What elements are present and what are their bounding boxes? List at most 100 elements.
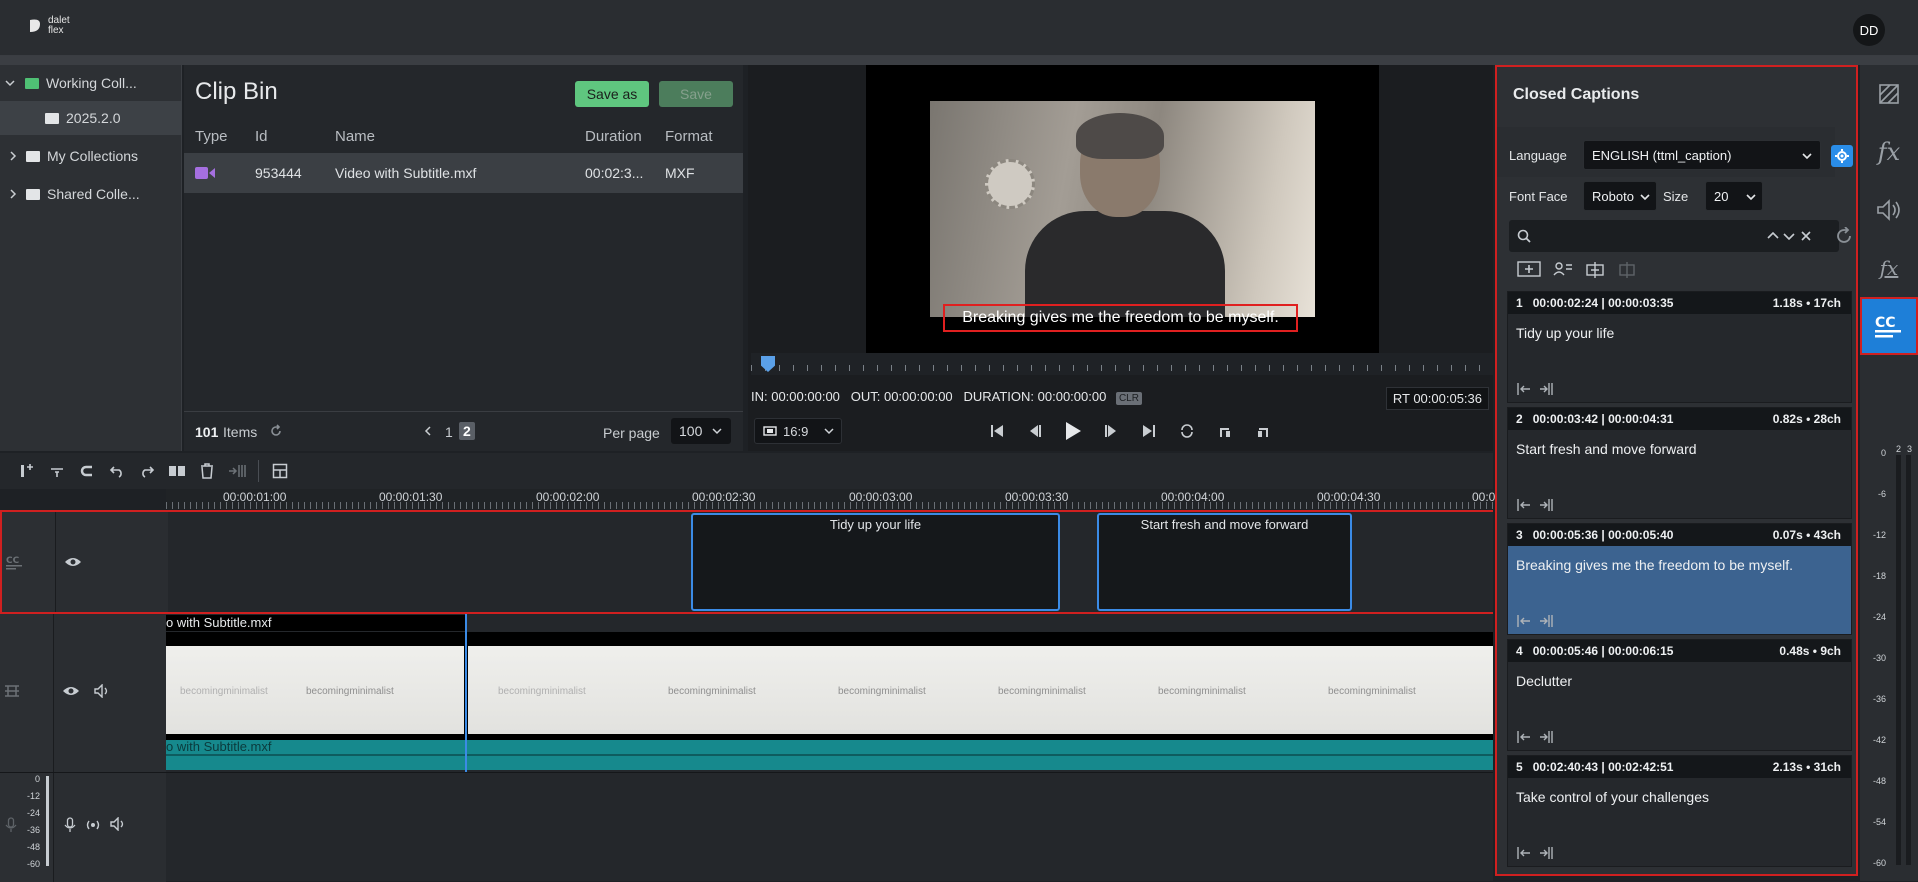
page-2[interactable]: 2: [459, 422, 475, 440]
add-caption-icon[interactable]: [1517, 261, 1541, 279]
close-icon[interactable]: [1801, 231, 1811, 241]
trim-start-icon[interactable]: [1516, 614, 1532, 628]
trim-end-icon[interactable]: [1538, 730, 1554, 744]
split-caption-icon[interactable]: [1617, 261, 1637, 279]
delete-button[interactable]: [192, 459, 222, 483]
column-header-format[interactable]: Format: [665, 128, 713, 145]
user-avatar[interactable]: DD: [1853, 14, 1885, 46]
language-settings-button[interactable]: [1831, 145, 1853, 167]
mark-in-button[interactable]: [1206, 420, 1244, 442]
cell-duration: 00:02:3...: [585, 165, 644, 181]
caption-item[interactable]: 4 00:00:05:46 | 00:00:06:15 0.48s • 9ch De…: [1507, 639, 1852, 751]
tree-item-2025-2-0[interactable]: 2025.2.0: [0, 101, 182, 135]
video-thumbnails[interactable]: becomingminimalist becomingminimalist be…: [166, 632, 1493, 752]
lift-button[interactable]: [42, 459, 72, 483]
broadcast-icon[interactable]: [84, 817, 102, 833]
trim-end-icon[interactable]: [1538, 614, 1554, 628]
page-prev-icon[interactable]: [423, 425, 433, 437]
caption-text[interactable]: Declutter: [1508, 662, 1851, 700]
aspect-ratio-select[interactable]: 16:9: [754, 418, 842, 444]
mic-icon[interactable]: [64, 817, 76, 833]
redo-button[interactable]: [132, 459, 162, 483]
go-to-end-button[interactable]: [1130, 420, 1168, 442]
go-to-start-button[interactable]: [978, 420, 1016, 442]
tree-item-my-collections[interactable]: My Collections: [0, 139, 182, 173]
save-button[interactable]: Save: [659, 81, 733, 107]
trim-end-icon[interactable]: [1538, 498, 1554, 512]
clear-button[interactable]: CLR: [1115, 392, 1142, 405]
caption-times: 00:00:02:24 | 00:00:03:35: [1532, 296, 1674, 310]
caption-text[interactable]: Start fresh and move forward: [1508, 430, 1851, 468]
caption-item[interactable]: 2 00:00:03:42 | 00:00:04:31 0.82s • 28ch S…: [1507, 407, 1852, 519]
top-divider: [0, 56, 1918, 65]
app-logo[interactable]: dalet flex: [28, 16, 70, 36]
caption-text[interactable]: Breaking gives me the freedom to be myse…: [1508, 546, 1851, 584]
add-marker-button[interactable]: [12, 459, 42, 483]
refresh-icon[interactable]: [269, 424, 283, 438]
save-as-button[interactable]: Save as: [575, 81, 649, 107]
trim-start-icon[interactable]: [1516, 846, 1532, 860]
mark-out-button[interactable]: [1244, 420, 1282, 442]
caption-text[interactable]: Take control of your challenges: [1508, 778, 1851, 816]
chevron-down-icon[interactable]: [1783, 232, 1795, 240]
caption-search-input[interactable]: [1509, 220, 1839, 252]
in-timecode[interactable]: IN: 00:00:00:00: [751, 389, 840, 404]
caption-text[interactable]: Tidy up your life: [1508, 314, 1851, 352]
trim-start-icon[interactable]: [1516, 498, 1532, 512]
size-select[interactable]: 20: [1705, 181, 1763, 211]
trim-end-icon[interactable]: [1538, 846, 1554, 860]
step-back-button[interactable]: [1016, 420, 1054, 442]
chevron-right-icon[interactable]: [8, 188, 18, 200]
speaker-caption-icon[interactable]: [1553, 261, 1573, 279]
eye-icon[interactable]: [62, 685, 80, 697]
loop-button[interactable]: [1168, 420, 1206, 442]
sidebar-tab-subtitles[interactable]: [1860, 65, 1918, 123]
timeline-ruler[interactable]: 00:00:01:00 00:00:01:30 00:00:02:00 00:0…: [166, 489, 1495, 509]
eye-icon[interactable]: [64, 556, 82, 568]
sidebar-tab-effects-list[interactable]: fx: [1860, 239, 1918, 297]
column-header-name[interactable]: Name: [335, 128, 375, 145]
play-button[interactable]: [1054, 420, 1092, 442]
tree-item-shared-collections[interactable]: Shared Colle...: [0, 177, 182, 211]
caption-clip[interactable]: Tidy up your life: [691, 513, 1060, 611]
out-timecode[interactable]: OUT: 00:00:00:00: [851, 389, 953, 404]
trim-start-icon[interactable]: [1516, 730, 1532, 744]
sidebar-tab-effects[interactable]: fx: [1860, 123, 1918, 181]
playhead[interactable]: [465, 614, 467, 772]
speaker-icon[interactable]: [94, 684, 110, 698]
step-forward-button[interactable]: [1092, 420, 1130, 442]
magnet-button[interactable]: [72, 459, 102, 483]
column-header-id[interactable]: Id: [255, 128, 268, 145]
split-button[interactable]: [162, 459, 192, 483]
chevron-up-icon[interactable]: [1767, 232, 1779, 240]
undo-button[interactable]: [102, 459, 132, 483]
speaker-icon[interactable]: [110, 817, 126, 831]
aspect-ratio-icon: [763, 426, 777, 436]
caption-clip[interactable]: Start fresh and move forward: [1097, 513, 1352, 611]
trim-end-icon[interactable]: [1538, 382, 1554, 396]
language-select[interactable]: ENGLISH (ttml_caption): [1583, 140, 1821, 170]
audio-clip-label: o with Subtitle.mxf: [166, 739, 272, 754]
scrub-bar[interactable]: [751, 353, 1493, 375]
layout-button[interactable]: [265, 459, 295, 483]
chevron-right-icon[interactable]: [8, 150, 18, 162]
caption-item-active[interactable]: 3 00:00:05:36 | 00:00:05:40 0.07s • 43ch B…: [1507, 523, 1852, 635]
caption-item[interactable]: 5 00:02:40:43 | 00:02:42:51 2.13s • 31ch T…: [1507, 755, 1852, 867]
column-header-duration[interactable]: Duration: [585, 128, 642, 145]
page-1[interactable]: 1: [445, 424, 453, 440]
trim-start-icon[interactable]: [1516, 382, 1532, 396]
ripple-delete-button[interactable]: [222, 459, 252, 483]
sync-icon[interactable]: [1835, 227, 1853, 245]
font-face-select[interactable]: Roboto: [1583, 181, 1657, 211]
audio-waveform[interactable]: [166, 740, 1493, 770]
per-page-select[interactable]: 100: [671, 418, 731, 444]
caption-item[interactable]: 1 00:00:02:24 | 00:00:03:35 1.18s • 17ch T…: [1507, 291, 1852, 403]
tree-item-working-collection[interactable]: Working Coll...: [0, 66, 182, 100]
sidebar-tab-closed-captions[interactable]: CC: [1860, 297, 1918, 355]
sidebar-tab-audio[interactable]: [1860, 181, 1918, 239]
merge-caption-icon[interactable]: [1585, 261, 1605, 279]
table-row[interactable]: 953444 Video with Subtitle.mxf 00:02:3..…: [184, 153, 743, 193]
video-frame[interactable]: [930, 101, 1315, 317]
column-header-type[interactable]: Type: [195, 128, 228, 145]
chevron-down-icon[interactable]: [4, 77, 16, 89]
